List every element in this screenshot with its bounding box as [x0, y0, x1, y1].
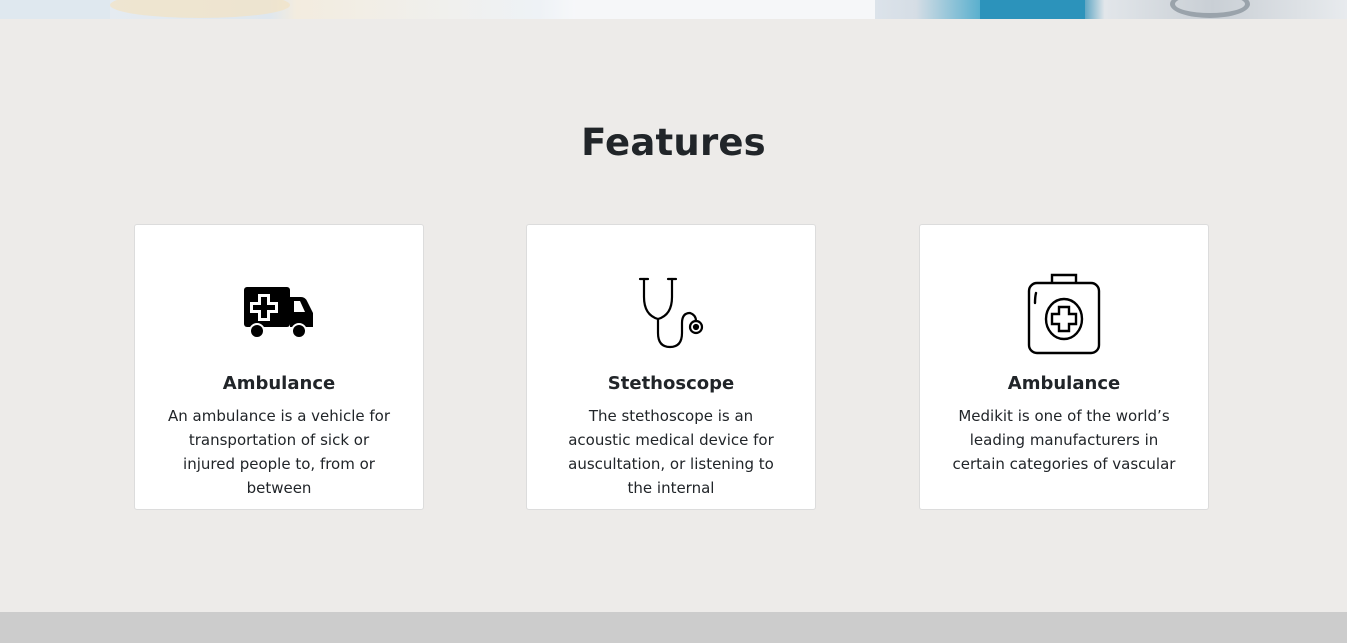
feature-card-medikit: Ambulance Medikit is one of the world’s … — [919, 224, 1209, 510]
hero-image-strip — [0, 0, 1347, 19]
hero-image-part — [110, 0, 290, 18]
hero-stethoscope-part — [1170, 0, 1250, 18]
feature-card-stethoscope: Stethoscope The stethoscope is an acoust… — [526, 224, 816, 510]
medical-kit-icon — [920, 270, 1208, 356]
footer-strip — [0, 612, 1347, 643]
feature-card-title: Ambulance — [222, 373, 336, 394]
stethoscope-icon — [527, 270, 815, 356]
feature-card-ambulance: Ambulance An ambulance is a vehicle for … — [134, 224, 424, 510]
features-section: Features Ambulance An ambulance is a veh… — [0, 19, 1347, 612]
ambulance-icon — [135, 270, 423, 356]
feature-card-text: The stethoscope is an acoustic medical d… — [568, 407, 774, 497]
feature-card-title: Ambulance — [1007, 373, 1121, 394]
feature-card-text: Medikit is one of the world’s leading ma… — [952, 407, 1176, 473]
features-heading: Features — [581, 121, 766, 164]
hero-image-part — [980, 0, 1085, 19]
hero-image-part — [575, 0, 875, 19]
feature-card-title: Stethoscope — [607, 373, 735, 394]
feature-card-text: An ambulance is a vehicle for transporta… — [167, 407, 390, 497]
hero-image-part — [0, 0, 110, 19]
